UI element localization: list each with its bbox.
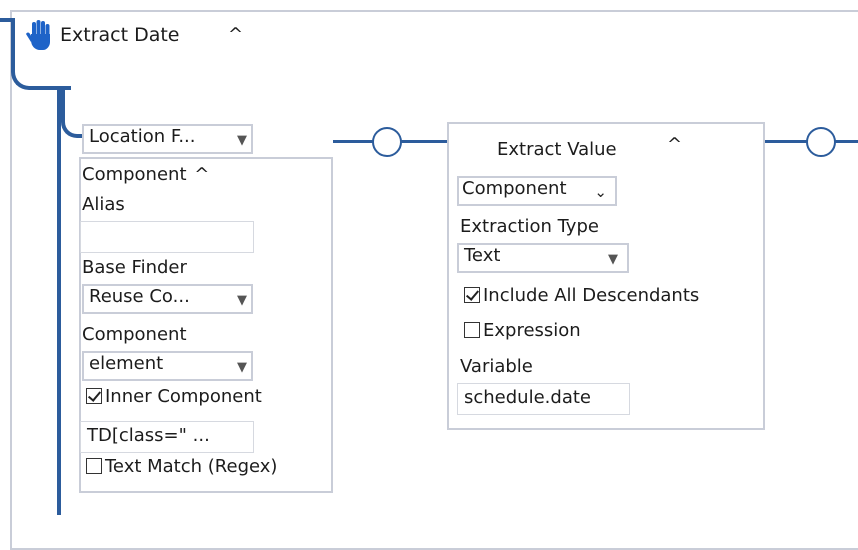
connector-node[interactable]	[372, 127, 402, 157]
component-section-label: Component	[82, 164, 187, 185]
base-finder-dropdown[interactable]: Reuse Co... ▼	[82, 284, 253, 314]
chevron-down-icon: ⌄	[594, 183, 607, 201]
chevron-down-icon: ▼	[237, 360, 247, 375]
base-finder-value: Reuse Co...	[89, 286, 190, 307]
caret-up-icon: ^	[194, 164, 210, 185]
locator-type-dropdown[interactable]: Location F... ▼	[82, 124, 253, 154]
expression-checkbox[interactable]	[464, 322, 480, 338]
step-title[interactable]: Extract Date	[60, 22, 180, 48]
expression-label: Expression	[483, 320, 581, 341]
text-match-option[interactable]: Text Match (Regex)	[86, 455, 277, 479]
extraction-type-dropdown[interactable]: Text ▼	[457, 243, 629, 273]
alias-input[interactable]	[80, 221, 254, 253]
component-section-title[interactable]: Component ^	[82, 163, 209, 187]
hand-icon	[22, 18, 56, 52]
connector-node[interactable]	[806, 127, 836, 157]
caret-up-icon[interactable]: ^	[667, 136, 682, 154]
locator-type-value: Location F...	[89, 126, 196, 147]
chevron-down-icon: ▼	[237, 133, 247, 148]
component-value: element	[89, 353, 164, 374]
connector-curve	[61, 86, 83, 138]
variable-input[interactable]: schedule.date	[457, 383, 630, 415]
text-match-checkbox[interactable]	[86, 458, 102, 474]
include-descendants-label: Include All Descendants	[483, 285, 700, 306]
alias-label: Alias	[82, 194, 125, 215]
text-match-label: Text Match (Regex)	[105, 456, 278, 477]
extraction-type-label: Extraction Type	[460, 216, 599, 237]
component-label: Component	[82, 324, 187, 345]
extract-component-value: Component	[462, 178, 567, 199]
extract-component-dropdown[interactable]: Component ⌄	[457, 176, 617, 206]
include-descendants-option[interactable]: Include All Descendants	[464, 284, 699, 308]
component-dropdown[interactable]: element ▼	[82, 351, 253, 381]
connector-curve	[11, 62, 61, 90]
base-finder-label: Base Finder	[82, 257, 187, 278]
chevron-down-icon: ▼	[608, 252, 618, 267]
connector-line	[57, 87, 61, 515]
collapse-caret-icon[interactable]: ^	[228, 26, 243, 44]
extract-value-title[interactable]: Extract Value	[497, 138, 617, 162]
inner-component-checkbox[interactable]	[86, 388, 102, 404]
extraction-type-value: Text	[464, 245, 501, 266]
variable-label: Variable	[460, 356, 533, 377]
inner-component-option[interactable]: Inner Component	[86, 385, 262, 409]
inner-component-label: Inner Component	[105, 386, 262, 407]
expression-option[interactable]: Expression	[464, 319, 581, 343]
include-descendants-checkbox[interactable]	[464, 287, 480, 303]
chevron-down-icon: ▼	[237, 293, 247, 308]
selector-input[interactable]: TD[class=" ...	[80, 421, 254, 453]
